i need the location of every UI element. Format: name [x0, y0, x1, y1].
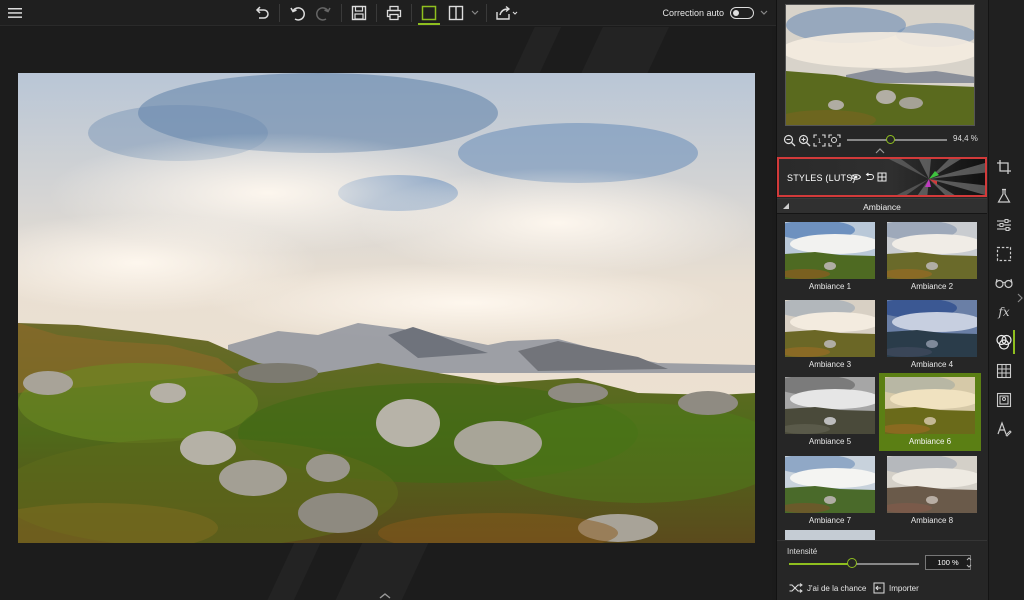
eye-icon[interactable]: [851, 172, 861, 182]
print-icon[interactable]: [384, 3, 404, 23]
redo-icon[interactable]: [314, 3, 334, 23]
style-card-ambiance-7[interactable]: Ambiance 7: [781, 452, 877, 526]
photo-editor-app: Correction auto 1 94,4 % STYLES (LUTS) A…: [0, 0, 1024, 600]
expand-panel-icon[interactable]: [1017, 293, 1023, 303]
undo-icon[interactable]: [287, 3, 307, 23]
collapse-navigator-icon[interactable]: [875, 148, 885, 154]
svg-text:1: 1: [818, 138, 822, 145]
glasses-icon[interactable]: [993, 272, 1015, 294]
style-label: Ambiance 7: [808, 516, 852, 525]
auto-correction-toggle[interactable]: [730, 7, 754, 19]
style-card-ambiance-8[interactable]: Ambiance 8: [883, 452, 979, 526]
style-label: Ambiance 1: [808, 282, 852, 291]
style-card-ambiance-6[interactable]: Ambiance 6: [879, 373, 981, 451]
tools-sidebar: fx: [988, 0, 1024, 600]
zoom-value: 94,4 %: [953, 134, 978, 143]
svg-text:fx: fx: [997, 305, 1009, 319]
import-icon: [873, 582, 885, 594]
intensity-slider-fill: [789, 563, 851, 565]
style-label: Ambiance 5: [808, 437, 852, 446]
style-thumbnail: [785, 222, 875, 279]
share-icon[interactable]: [494, 3, 520, 23]
navigator-preview[interactable]: [785, 4, 975, 126]
random-style-label: J'ai de la chance: [807, 583, 867, 593]
styles-header-icons: [851, 172, 887, 182]
intensity-controls: Intensité 100 % J'ai de la chance Import…: [777, 540, 987, 600]
import-label: Importer: [889, 583, 919, 593]
style-thumbnail: [887, 300, 977, 357]
chevron-down-icon[interactable]: [760, 10, 768, 16]
auto-correction[interactable]: Correction auto: [662, 5, 768, 21]
style-thumbnail: [785, 456, 875, 513]
split-view-icon[interactable]: [446, 3, 466, 23]
texture-icon[interactable]: [993, 360, 1015, 382]
expand-filmstrip-icon[interactable]: [378, 592, 392, 600]
undo-all-icon[interactable]: [252, 3, 272, 23]
styles-panel: 1 94,4 % STYLES (LUTS) Ambiance Ambiance…: [776, 0, 988, 600]
category-label: Ambiance: [863, 202, 901, 212]
style-thumbnail: [887, 456, 977, 513]
style-card-ambiance-4[interactable]: Ambiance 4: [883, 296, 979, 370]
zoom-in-icon[interactable]: [798, 134, 811, 147]
zoom-slider-track[interactable]: [847, 139, 947, 141]
shuffle-icon: [789, 583, 803, 593]
category-bar-ambiance[interactable]: Ambiance: [777, 198, 987, 214]
menu-icon[interactable]: [6, 3, 24, 23]
flask-icon[interactable]: [993, 185, 1015, 207]
styles-luts-header[interactable]: STYLES (LUTS): [777, 157, 987, 197]
style-card-ambiance-5[interactable]: Ambiance 5: [781, 373, 877, 447]
image-canvas[interactable]: [0, 27, 772, 600]
random-style-button[interactable]: J'ai de la chance: [789, 581, 866, 595]
zoom-controls: 1 94,4 %: [783, 132, 983, 148]
style-label: Ambiance 6: [908, 437, 952, 446]
spinner-arrows-icon[interactable]: [965, 555, 973, 570]
style-card-ambiance-1[interactable]: Ambiance 1: [781, 218, 877, 292]
styles-grid: Ambiance 1 Ambiance 2 Ambiance 3 Ambianc: [777, 216, 987, 540]
selection-icon[interactable]: [993, 243, 1015, 265]
style-thumbnail: [785, 300, 875, 357]
frame-icon[interactable]: [993, 389, 1015, 411]
style-label: Ambiance 4: [910, 360, 954, 369]
zoom-out-icon[interactable]: [783, 134, 796, 147]
active-tool-indicator: [1013, 330, 1015, 354]
style-label: Ambiance 3: [808, 360, 852, 369]
style-thumbnail: [785, 377, 875, 434]
style-thumbnail: [887, 222, 977, 279]
save-icon[interactable]: [349, 3, 369, 23]
import-button[interactable]: Importer: [873, 581, 919, 595]
reset-icon[interactable]: [864, 172, 874, 182]
single-view-icon[interactable]: [418, 3, 440, 25]
grid-view-icon[interactable]: [877, 172, 887, 182]
sliders-icon[interactable]: [993, 214, 1015, 236]
fx-icon[interactable]: fx: [993, 301, 1015, 323]
crop-icon[interactable]: [993, 156, 1015, 178]
style-thumbnail-partial[interactable]: [785, 530, 875, 540]
chevron-down-icon[interactable]: [470, 3, 480, 23]
fit-to-screen-icon[interactable]: [828, 133, 841, 147]
style-label: Ambiance 8: [910, 516, 954, 525]
text-icon[interactable]: [993, 418, 1015, 440]
top-toolbar: Correction auto: [0, 0, 776, 26]
style-card-ambiance-3[interactable]: Ambiance 3: [781, 296, 877, 370]
auto-correction-label: Correction auto: [662, 8, 724, 18]
intensity-label: Intensité: [787, 547, 818, 556]
styles-luts-icon[interactable]: [993, 331, 1015, 353]
styles-luts-title: STYLES (LUTS): [787, 173, 856, 183]
style-thumbnail: [885, 377, 975, 434]
style-label: Ambiance 2: [910, 282, 954, 291]
style-card-ambiance-2[interactable]: Ambiance 2: [883, 218, 979, 292]
intensity-slider-handle[interactable]: [847, 558, 857, 568]
actual-size-icon[interactable]: 1: [813, 133, 826, 147]
main-photo[interactable]: [18, 73, 755, 543]
zoom-slider-handle[interactable]: [886, 135, 895, 144]
